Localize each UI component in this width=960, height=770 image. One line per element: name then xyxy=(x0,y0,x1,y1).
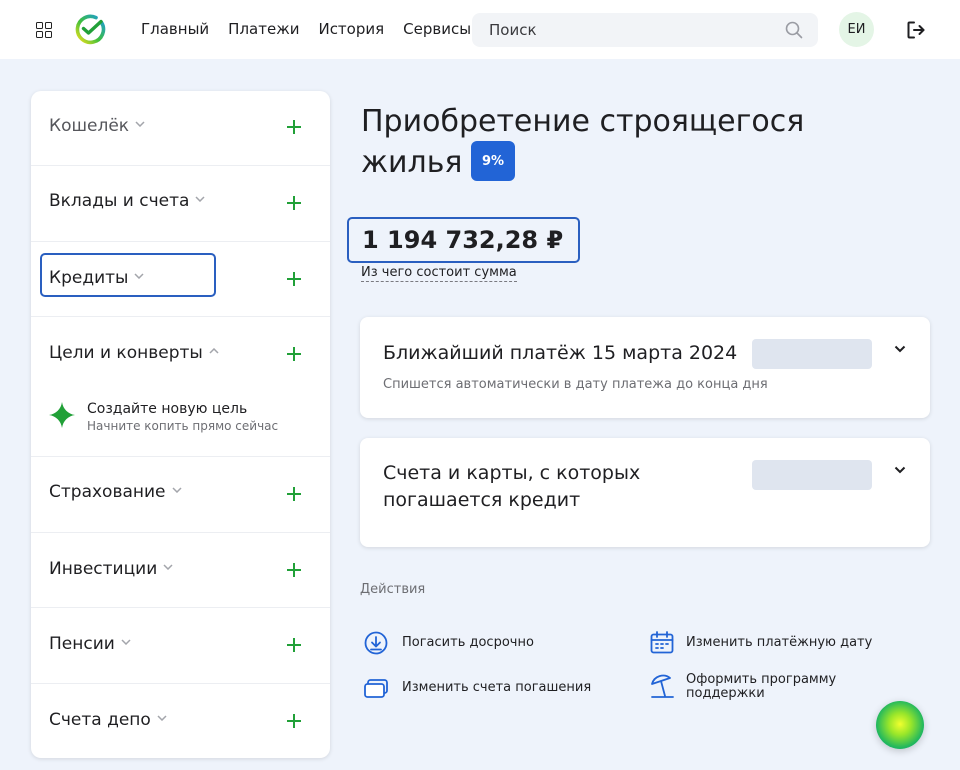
chevron-down-icon xyxy=(121,639,131,645)
sidebar-item-label: Пенсии xyxy=(49,634,115,654)
sidebar-item-pensions[interactable]: Пенсии xyxy=(31,608,330,684)
sidebar-item-depo[interactable]: Счета депо xyxy=(31,684,330,758)
chevron-down-icon xyxy=(157,715,167,721)
sidebar-item-label: Цели и конверты xyxy=(49,343,203,363)
header: Главный Платежи История Сервисы ЕИ xyxy=(0,0,960,59)
bank-logo[interactable] xyxy=(74,13,106,45)
download-circle-icon xyxy=(364,631,388,655)
apps-grid-icon[interactable] xyxy=(36,22,52,38)
next-payment-subtitle: Спишется автоматически в дату платежа до… xyxy=(383,377,768,392)
actions-title: Действия xyxy=(360,582,426,597)
sidebar-item-investments[interactable]: Инвестиции xyxy=(31,533,330,608)
nav-services[interactable]: Сервисы xyxy=(403,19,471,39)
add-goal-plus-icon[interactable] xyxy=(286,346,302,362)
chevron-down-icon xyxy=(163,564,173,570)
action-label: Погасить досрочно xyxy=(402,635,534,650)
focus-ring-credits xyxy=(40,253,216,297)
sidebar-item-wallet[interactable]: Кошелёк xyxy=(31,91,330,166)
rate-badge: 9% xyxy=(471,141,515,181)
loan-amount-box[interactable]: 1 194 732,28 ₽ xyxy=(347,217,580,263)
accounts-card[interactable]: Счета и карты, с которых погашается кред… xyxy=(360,438,930,547)
search-box xyxy=(472,13,818,47)
assistant-chat-button[interactable] xyxy=(876,701,924,749)
page-title-text: Приобретение строящегося жилья xyxy=(361,104,805,180)
add-depo-plus-icon[interactable] xyxy=(286,713,302,729)
page-title: Приобретение строящегося жилья xyxy=(361,101,831,183)
loan-amount: 1 194 732,28 ₽ xyxy=(362,226,564,254)
avatar[interactable]: ЕИ xyxy=(839,12,874,47)
add-insurance-plus-icon[interactable] xyxy=(286,486,302,502)
products-sidebar: Кошелёк Вклады и счета Кредиты Цели и ко… xyxy=(31,91,330,758)
add-credit-plus-icon[interactable] xyxy=(286,271,302,287)
new-goal-title[interactable]: Создайте новую цель xyxy=(87,401,247,417)
action-label: Изменить платёжную дату xyxy=(686,635,873,650)
action-support-program[interactable]: Оформить программу поддержки xyxy=(649,672,846,702)
add-wallet-plus-icon[interactable] xyxy=(286,119,302,135)
calendar-icon xyxy=(650,631,674,654)
chevron-down-icon xyxy=(171,487,182,493)
nav-history[interactable]: История xyxy=(318,19,384,39)
chevron-down-icon[interactable] xyxy=(894,466,906,474)
next-payment-card[interactable]: Ближайший платёж 15 марта 2024 Спишется … xyxy=(360,317,930,418)
accounts-placeholder xyxy=(752,460,872,490)
sidebar-item-label: Счета депо xyxy=(49,710,151,730)
chevron-down-icon xyxy=(195,196,205,202)
action-change-payment-date[interactable]: Изменить платёжную дату xyxy=(649,630,872,656)
action-early-repayment[interactable]: Погасить досрочно xyxy=(363,630,534,656)
sidebar-item-insurance[interactable]: Страхование xyxy=(31,457,330,533)
action-change-repayment-accounts[interactable]: Изменить счета погашения xyxy=(363,675,591,701)
nav-main[interactable]: Главный xyxy=(141,19,209,39)
accounts-title: Счета и карты, с которых погашается кред… xyxy=(383,462,641,511)
umbrella-beach-icon xyxy=(651,674,674,698)
add-deposit-plus-icon[interactable] xyxy=(286,195,302,211)
sidebar-item-goals[interactable]: Цели и конверты xyxy=(31,317,330,457)
add-pension-plus-icon[interactable] xyxy=(286,637,302,653)
nav-payments[interactable]: Платежи xyxy=(228,19,299,39)
chevron-down-icon xyxy=(135,121,145,127)
search-icon[interactable] xyxy=(785,21,803,39)
chevron-up-icon xyxy=(209,348,219,354)
action-label: Изменить счета погашения xyxy=(402,680,592,695)
sidebar-item-label: Страхование xyxy=(49,482,166,502)
sidebar-item-label: Инвестиции xyxy=(49,559,158,579)
next-payment-title: Ближайший платёж 15 марта 2024 xyxy=(383,342,738,364)
payment-amount-placeholder xyxy=(752,339,872,369)
sparkle-star-icon xyxy=(49,402,75,428)
sidebar-item-label: Кошелёк xyxy=(49,116,130,136)
action-label: Оформить программу поддержки xyxy=(686,672,837,701)
add-investment-plus-icon[interactable] xyxy=(286,562,302,578)
cards-icon xyxy=(364,679,388,698)
new-goal-subtitle: Начните копить прямо сейчас xyxy=(87,419,279,433)
chevron-down-icon[interactable] xyxy=(894,345,906,353)
sidebar-item-deposits[interactable]: Вклады и счета xyxy=(31,166,330,242)
logout-icon[interactable] xyxy=(906,20,926,40)
main-nav: Главный Платежи История Сервисы xyxy=(141,19,490,39)
search-input[interactable] xyxy=(489,13,769,47)
amount-breakdown-link[interactable]: Из чего состоит сумма xyxy=(361,265,517,282)
sidebar-item-label: Вклады и счета xyxy=(49,191,190,211)
